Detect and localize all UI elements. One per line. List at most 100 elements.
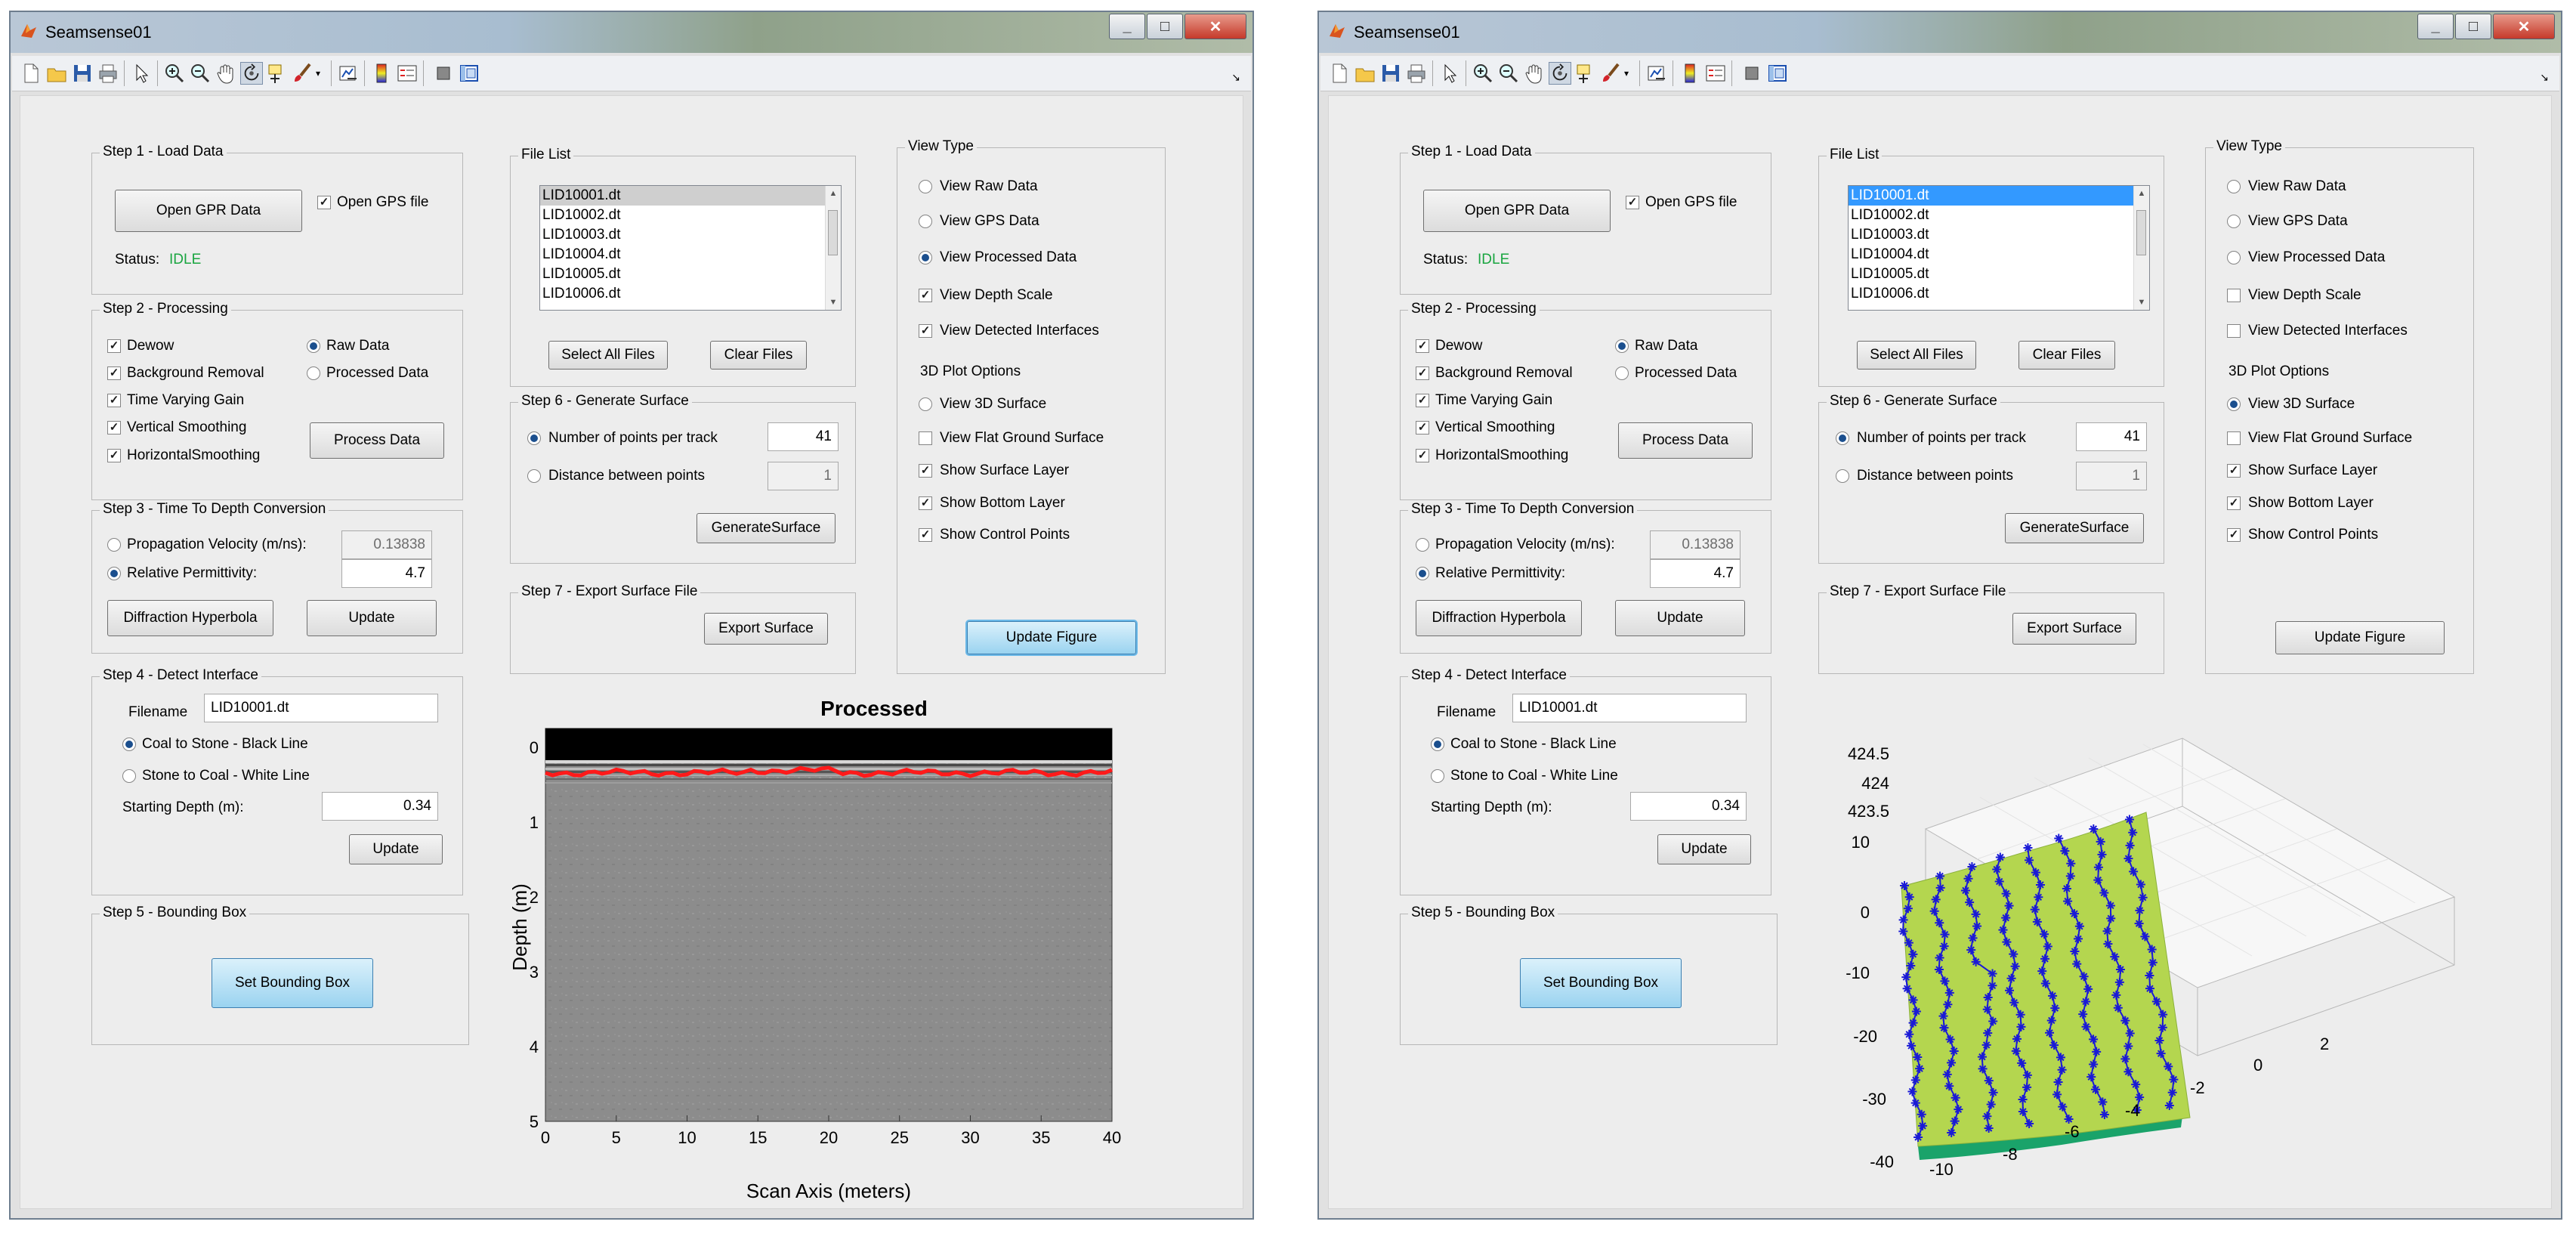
- save-icon[interactable]: [1379, 62, 1402, 85]
- distance-between-points-radio[interactable]: [1836, 469, 1849, 483]
- file-list-scrollbar[interactable]: ▲ ▼: [2133, 186, 2149, 310]
- link-plot-icon[interactable]: [1645, 62, 1668, 85]
- open-gpr-data-button[interactable]: Open GPR Data: [115, 190, 302, 232]
- minimize-button[interactable]: _: [1109, 14, 1145, 39]
- file-listbox[interactable]: LID10001.dt LID10002.dt LID10003.dt LID1…: [539, 185, 842, 311]
- show-surface-layer-checkbox[interactable]: ✓: [919, 464, 932, 478]
- set-bounding-box-button[interactable]: Set Bounding Box: [1520, 958, 1682, 1008]
- view-detected-interfaces-checkbox[interactable]: [2227, 324, 2241, 338]
- show-control-points-checkbox[interactable]: ✓: [919, 528, 932, 542]
- horizontal-smoothing-checkbox[interactable]: ✓: [107, 449, 121, 462]
- file-list-item[interactable]: LID10001.dt: [1849, 186, 2149, 206]
- dewow-checkbox[interactable]: ✓: [107, 339, 121, 353]
- view-processed-data-radio[interactable]: [919, 251, 932, 264]
- relative-permittivity-field[interactable]: 4.7: [1650, 559, 1740, 588]
- stone-to-coal-radio[interactable]: [122, 769, 136, 783]
- new-file-icon[interactable]: [1328, 62, 1351, 85]
- close-button[interactable]: ✕: [2493, 14, 2555, 39]
- file-list-item[interactable]: LID10003.dt: [540, 225, 841, 245]
- show-control-points-checkbox[interactable]: ✓: [2227, 528, 2241, 542]
- horizontal-smoothing-checkbox[interactable]: ✓: [1416, 449, 1429, 462]
- starting-depth-field[interactable]: 0.34: [322, 792, 438, 821]
- file-listbox[interactable]: LID10001.dt LID10002.dt LID10003.dt LID1…: [1848, 185, 2150, 311]
- points-per-track-field[interactable]: 41: [768, 422, 839, 451]
- view-raw-data-radio[interactable]: [2227, 180, 2241, 193]
- file-list-item[interactable]: LID10004.dt: [540, 245, 841, 264]
- brush-icon[interactable]: [292, 62, 314, 85]
- file-list-item[interactable]: LID10002.dt: [540, 206, 841, 225]
- colorbar-icon[interactable]: [1679, 62, 1701, 85]
- print-icon[interactable]: [97, 62, 119, 85]
- step4-update-button[interactable]: Update: [349, 834, 443, 864]
- view-depth-scale-checkbox[interactable]: [2227, 289, 2241, 302]
- file-list-item[interactable]: LID10006.dt: [1849, 284, 2149, 304]
- scroll-thumb[interactable]: [828, 210, 838, 255]
- scroll-up-icon[interactable]: ▲: [826, 186, 841, 201]
- brush-icon[interactable]: [1600, 62, 1623, 85]
- time-varying-gain-checkbox[interactable]: ✓: [1416, 394, 1429, 407]
- distance-between-points-radio[interactable]: [527, 469, 541, 483]
- processed-data-radio[interactable]: [1615, 366, 1629, 380]
- 3d-surface-plot[interactable]: 424.5 424 423.5 10 0 -10 -20 -30 -40 -10…: [1805, 700, 2545, 1229]
- clear-files-button[interactable]: Clear Files: [710, 341, 807, 370]
- open-gps-checkbox[interactable]: ✓: [317, 196, 331, 209]
- show-plot-tools-icon[interactable]: [458, 62, 480, 85]
- starting-depth-field[interactable]: 0.34: [1630, 792, 1747, 821]
- open-gps-checkbox[interactable]: ✓: [1626, 196, 1639, 209]
- propagation-velocity-field[interactable]: 0.13838: [341, 530, 432, 559]
- toolbar-dock-icon[interactable]: ↘: [2540, 71, 2549, 84]
- rotate-3d-icon[interactable]: [240, 62, 263, 85]
- relative-permittivity-radio[interactable]: [107, 567, 121, 580]
- propagation-velocity-field[interactable]: 0.13838: [1650, 530, 1740, 559]
- zoom-out-icon[interactable]: [1497, 62, 1520, 85]
- vertical-smoothing-checkbox[interactable]: ✓: [107, 421, 121, 434]
- view-gps-data-radio[interactable]: [2227, 215, 2241, 228]
- processed-data-radio[interactable]: [307, 366, 320, 380]
- filename-field[interactable]: LID10001.dt: [204, 694, 438, 722]
- background-removal-checkbox[interactable]: ✓: [107, 366, 121, 380]
- propagation-velocity-radio[interactable]: [1416, 538, 1429, 552]
- open-gpr-data-button[interactable]: Open GPR Data: [1423, 190, 1611, 232]
- points-per-track-radio[interactable]: [1836, 431, 1849, 445]
- diffraction-hyperbola-button[interactable]: Diffraction Hyperbola: [1416, 600, 1582, 636]
- file-list-item[interactable]: LID10005.dt: [540, 264, 841, 284]
- save-icon[interactable]: [71, 62, 94, 85]
- process-data-button[interactable]: Process Data: [310, 422, 444, 459]
- view-3d-surface-radio[interactable]: [919, 397, 932, 411]
- view-raw-data-radio[interactable]: [919, 180, 932, 193]
- distance-between-points-field[interactable]: 1: [2076, 462, 2147, 490]
- stone-to-coal-radio[interactable]: [1431, 769, 1444, 783]
- zoom-in-icon[interactable]: [1472, 62, 1494, 85]
- filename-field[interactable]: LID10001.dt: [1512, 694, 1747, 722]
- view-3d-surface-radio[interactable]: [2227, 397, 2241, 411]
- file-list-item[interactable]: LID10004.dt: [1849, 245, 2149, 264]
- diffraction-hyperbola-button[interactable]: Diffraction Hyperbola: [107, 600, 273, 636]
- coal-to-stone-radio[interactable]: [1431, 738, 1444, 751]
- open-folder-icon[interactable]: [45, 62, 68, 85]
- scroll-down-icon[interactable]: ▼: [826, 295, 841, 310]
- view-processed-data-radio[interactable]: [2227, 251, 2241, 264]
- set-bounding-box-button[interactable]: Set Bounding Box: [212, 958, 373, 1008]
- show-plot-tools-icon[interactable]: [1766, 62, 1789, 85]
- step3-update-button[interactable]: Update: [307, 600, 437, 636]
- pointer-icon[interactable]: [130, 62, 153, 85]
- brush-dropdown-icon[interactable]: ▾: [316, 62, 326, 85]
- clear-files-button[interactable]: Clear Files: [2018, 341, 2115, 370]
- raw-data-radio[interactable]: [307, 339, 320, 353]
- data-cursor-icon[interactable]: [266, 62, 289, 85]
- scroll-thumb[interactable]: [2136, 210, 2146, 255]
- file-list-item[interactable]: LID10006.dt: [540, 284, 841, 304]
- maximize-button[interactable]: □: [2455, 14, 2491, 39]
- data-cursor-icon[interactable]: [1574, 62, 1597, 85]
- zoom-in-icon[interactable]: [163, 62, 186, 85]
- raw-data-radio[interactable]: [1615, 339, 1629, 353]
- points-per-track-field[interactable]: 41: [2076, 422, 2147, 451]
- view-detected-interfaces-checkbox[interactable]: ✓: [919, 324, 932, 338]
- update-figure-button[interactable]: Update Figure: [2275, 621, 2445, 654]
- legend-icon[interactable]: [1704, 62, 1727, 85]
- close-button[interactable]: ✕: [1185, 14, 1246, 39]
- distance-between-points-field[interactable]: 1: [768, 462, 839, 490]
- hide-plot-tools-icon[interactable]: [432, 62, 455, 85]
- dewow-checkbox[interactable]: ✓: [1416, 339, 1429, 353]
- legend-icon[interactable]: [396, 62, 419, 85]
